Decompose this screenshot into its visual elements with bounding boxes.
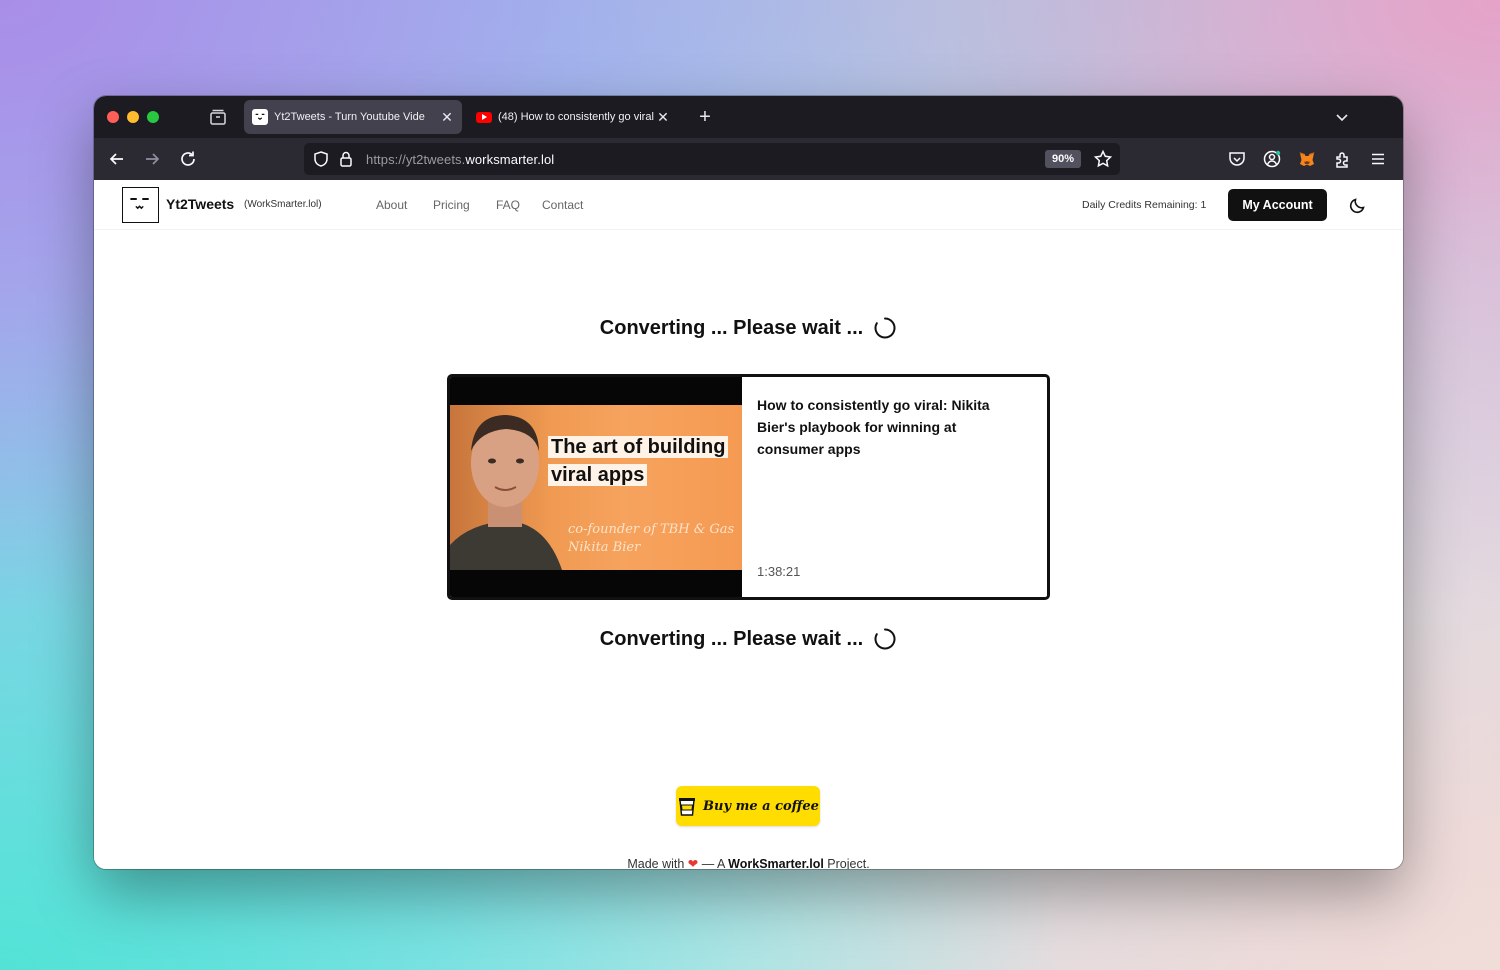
new-tab-plus-icon[interactable]: + [694,106,716,128]
dark-mode-moon-icon[interactable] [1348,195,1368,215]
forward-arrow-icon[interactable] [142,149,162,169]
loading-spinner-icon [874,628,896,650]
extensions-puzzle-icon[interactable] [1333,149,1353,169]
nav-contact[interactable]: Contact [542,198,583,212]
converting-status-bottom: Converting ... Please wait ... [94,627,1403,651]
video-thumbnail[interactable]: The art of building viral apps co-founde… [450,377,742,597]
reload-icon[interactable] [178,149,198,169]
zoom-window-button[interactable] [147,111,159,123]
daily-credits-text: Daily Credits Remaining: 1 [1082,199,1207,211]
url-text: https://yt2tweets.worksmarter.lol [366,152,555,167]
coffee-cup-icon [679,798,696,816]
loading-spinner-icon [874,317,896,339]
nav-faq[interactable]: FAQ [496,198,520,212]
video-title[interactable]: How to consistently go viral: Nikita Bie… [757,394,1027,460]
url-bar[interactable]: https://yt2tweets.worksmarter.lol 90% [304,143,1120,175]
coffee-label: Buy me a coffee [703,798,819,814]
site-logo-icon[interactable] [122,187,159,223]
tab-title: (48) How to consistently go viral [498,111,654,123]
video-duration: 1:38:21 [757,564,801,579]
brand-name[interactable]: Yt2Tweets [166,196,234,212]
metamask-fox-icon[interactable] [1297,149,1317,169]
my-account-button[interactable]: My Account [1228,189,1327,221]
lock-icon[interactable] [338,150,354,168]
heart-icon: ❤ [687,857,699,869]
tab-close-icon[interactable]: ✕ [656,109,670,126]
close-window-button[interactable] [107,111,119,123]
star-bookmark-icon[interactable] [1093,149,1113,169]
converting-status-top: Converting ... Please wait ... [94,316,1403,340]
back-arrow-icon[interactable] [107,149,127,169]
tab-yt2tweets[interactable]: Yt2Tweets - Turn Youtube Vide ✕ [244,100,462,134]
chevron-down-icon[interactable] [1333,108,1351,126]
navigation-toolbar: https://yt2tweets.worksmarter.lol 90% [94,138,1403,180]
tab-list-icon[interactable] [208,107,228,127]
minimize-window-button[interactable] [127,111,139,123]
nav-pricing[interactable]: Pricing [433,198,470,212]
shield-icon[interactable] [312,150,330,168]
thumbnail-image: The art of building viral apps co-founde… [450,405,742,570]
thumbnail-headline: The art of building viral apps [548,433,742,489]
youtube-favicon-icon [476,111,492,123]
footer-brand-link[interactable]: WorkSmarter.lol [728,857,824,869]
status-text: Converting ... Please wait ... [599,627,864,650]
tab-title: Yt2Tweets - Turn Youtube Vide [274,111,425,123]
account-icon[interactable] [1262,149,1282,169]
browser-window: Yt2Tweets - Turn Youtube Vide ✕ (48) How… [94,96,1403,869]
hamburger-menu-icon[interactable] [1368,149,1388,169]
status-text: Converting ... Please wait ... [599,316,864,339]
tab-close-icon[interactable]: ✕ [440,109,454,126]
thumbnail-subtitle: co-founder of TBH & Gas Nikita Bier [568,522,735,555]
video-card[interactable]: The art of building viral apps co-founde… [447,374,1050,600]
brand-subtitle: (WorkSmarter.lol) [244,199,322,210]
tab-youtube[interactable]: (48) How to consistently go viral ✕ [468,100,678,134]
web-page: Yt2Tweets (WorkSmarter.lol) About Pricin… [94,180,1403,869]
yt2tweets-favicon-icon [252,109,268,125]
zoom-level-badge[interactable]: 90% [1045,150,1082,168]
site-header: Yt2Tweets (WorkSmarter.lol) About Pricin… [94,180,1403,230]
buy-me-a-coffee-button[interactable]: Buy me a coffee [676,786,820,826]
footer: Made with ❤ — A WorkSmarter.lol Project. [627,857,870,869]
tab-strip: Yt2Tweets - Turn Youtube Vide ✕ (48) How… [94,96,1403,138]
pocket-icon[interactable] [1227,149,1247,169]
nav-about[interactable]: About [376,198,407,212]
